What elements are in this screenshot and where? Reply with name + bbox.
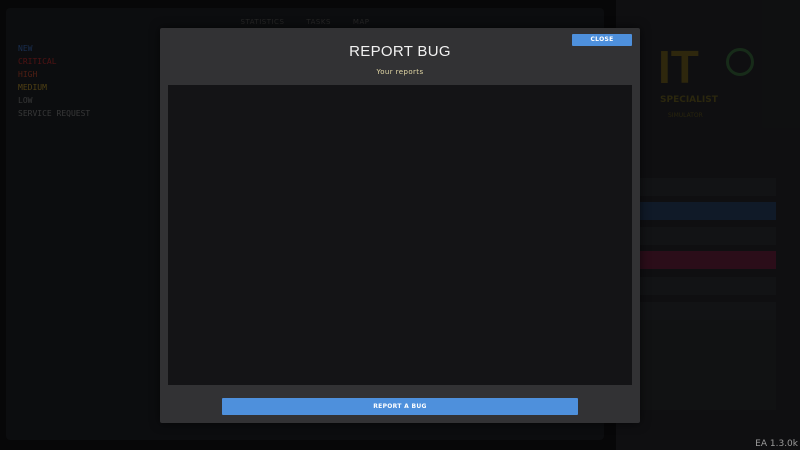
report-a-bug-button[interactable]: REPORT A BUG <box>222 398 578 415</box>
report-bug-dialog: CLOSE REPORT BUG Your reports REPORT A B… <box>160 28 640 423</box>
dialog-title: REPORT BUG <box>349 43 451 60</box>
reports-list[interactable] <box>168 85 632 385</box>
dialog-subtitle: Your reports <box>376 68 424 76</box>
version-label: EA 1.3.0k <box>755 439 798 449</box>
